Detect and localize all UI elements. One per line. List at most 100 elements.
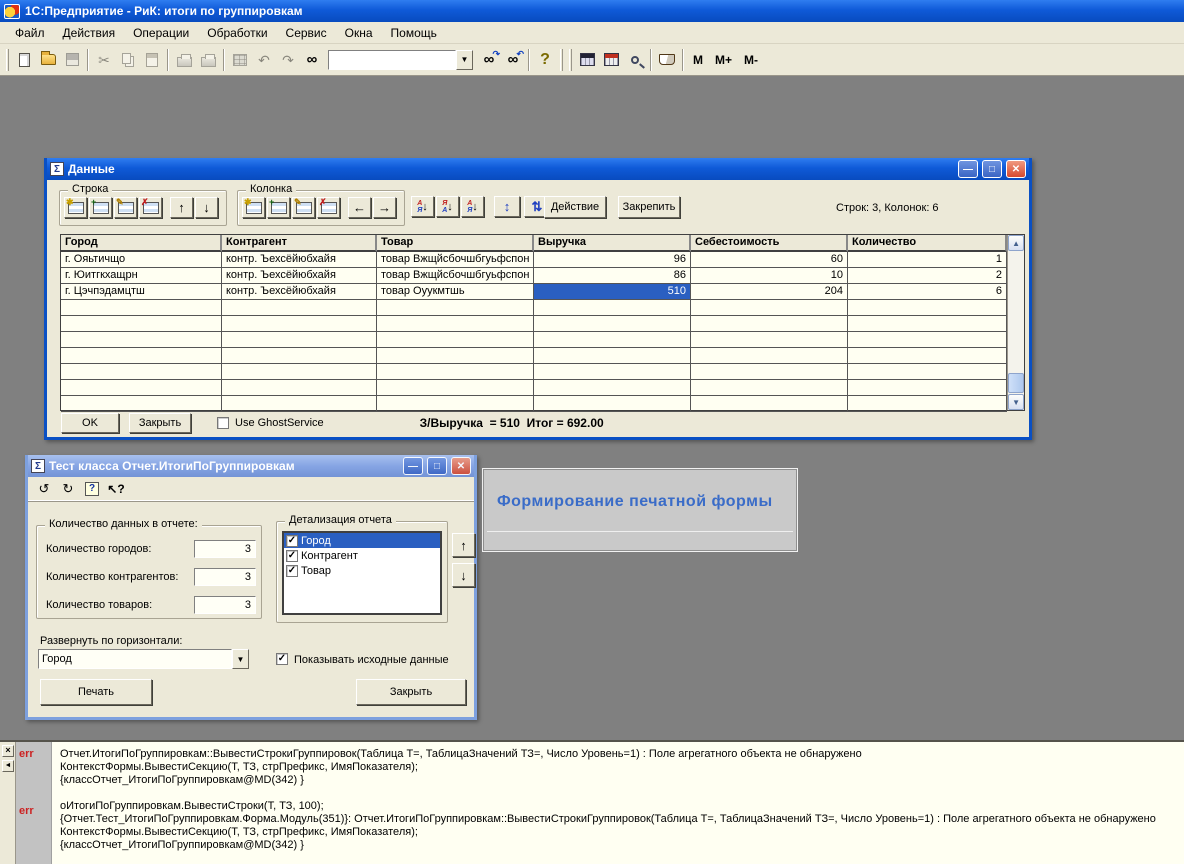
cell-city[interactable]: г. Ояьтичщо bbox=[61, 252, 222, 268]
print-button[interactable]: Печать bbox=[40, 679, 152, 705]
calendar-button[interactable] bbox=[599, 48, 623, 72]
column-move-right-button[interactable]: → bbox=[373, 197, 396, 218]
next-bookmark-button[interactable]: ↻ bbox=[58, 479, 78, 499]
list-item-product[interactable]: ✓ Товар bbox=[284, 563, 440, 578]
menu-actions[interactable]: Действия bbox=[54, 23, 125, 43]
data-window-titlebar[interactable]: Σ Данные — □ ✕ bbox=[47, 158, 1029, 180]
list-item-contractor[interactable]: ✓ Контрагент bbox=[284, 548, 440, 563]
row-edit-button[interactable]: ✎ bbox=[114, 197, 137, 218]
context-help-button[interactable]: ↖? bbox=[106, 479, 126, 499]
list-item-city[interactable]: ✓ Город bbox=[284, 533, 440, 548]
print-preview-button[interactable] bbox=[196, 48, 220, 72]
vertical-scrollbar[interactable]: ▲ ▼ bbox=[1007, 235, 1024, 410]
sort-asc-button[interactable]: АЯ↓ bbox=[411, 196, 434, 217]
sort-desc-button[interactable]: ЯА↓ bbox=[436, 196, 459, 217]
expand-dropdown-button[interactable]: ▼ bbox=[232, 649, 249, 669]
open-button[interactable] bbox=[36, 48, 60, 72]
maximize-button[interactable]: □ bbox=[982, 160, 1002, 178]
maximize-button[interactable]: □ bbox=[427, 457, 447, 475]
close-button[interactable]: ✕ bbox=[1006, 160, 1026, 178]
column-add-button[interactable]: + bbox=[267, 197, 290, 218]
menu-service[interactable]: Сервис bbox=[277, 23, 336, 43]
column-header[interactable]: Количество bbox=[848, 235, 1007, 252]
menu-windows[interactable]: Окна bbox=[336, 23, 382, 43]
redo-button[interactable]: ↷ bbox=[276, 48, 300, 72]
find-button[interactable]: ∞ bbox=[300, 48, 324, 72]
ghost-service-checkbox[interactable] bbox=[217, 417, 229, 429]
cell-city[interactable]: г. Юитгкхащрн bbox=[61, 268, 222, 284]
minimize-button[interactable]: — bbox=[403, 457, 423, 475]
menu-help[interactable]: Помощь bbox=[382, 23, 446, 43]
column-new-button[interactable]: ✱ bbox=[242, 197, 265, 218]
memory-subtract-button[interactable]: M- bbox=[738, 51, 764, 69]
products-count-input[interactable] bbox=[194, 596, 256, 614]
search-input[interactable] bbox=[328, 50, 456, 70]
print-button[interactable] bbox=[172, 48, 196, 72]
find-prev-button[interactable]: ∞↶ bbox=[501, 48, 525, 72]
cell-cost[interactable]: 204 bbox=[691, 284, 848, 300]
new-document-button[interactable] bbox=[12, 48, 36, 72]
cell-quantity[interactable]: 2 bbox=[848, 268, 1007, 284]
collapse-groups-button[interactable]: ↕ bbox=[494, 196, 520, 217]
column-header[interactable]: Выручка bbox=[534, 235, 691, 252]
toolbar-grip[interactable] bbox=[569, 49, 572, 71]
show-source-checkbox[interactable]: ✓ bbox=[276, 653, 288, 665]
test-window-titlebar[interactable]: Σ Тест класса Отчет.ИтогиПоГруппировкам … bbox=[28, 455, 474, 477]
action-button[interactable]: Действие bbox=[544, 196, 606, 218]
cell-contractor[interactable]: контр. Ъехсёйюбхайя bbox=[222, 252, 377, 268]
cell-contractor[interactable]: контр. Ъехсёйюбхайя bbox=[222, 268, 377, 284]
move-item-down-button[interactable]: ↓ bbox=[452, 563, 475, 587]
scroll-thumb[interactable] bbox=[1008, 373, 1024, 393]
row-move-up-button[interactable]: ↑ bbox=[170, 197, 193, 218]
formula-calc-button[interactable] bbox=[623, 48, 647, 72]
row-add-button[interactable]: + bbox=[89, 197, 112, 218]
cell-cost[interactable]: 60 bbox=[691, 252, 848, 268]
search-dropdown-button[interactable]: ▼ bbox=[456, 50, 473, 70]
row-move-down-button[interactable]: ↓ bbox=[195, 197, 218, 218]
cell-quantity[interactable]: 1 bbox=[848, 252, 1007, 268]
find-next-button[interactable]: ∞↷ bbox=[477, 48, 501, 72]
row-delete-button[interactable]: ✗ bbox=[139, 197, 162, 218]
calculator-button[interactable] bbox=[575, 48, 599, 72]
detail-listbox[interactable]: ✓ Город ✓ Контрагент ✓ Товар bbox=[282, 531, 442, 615]
contractors-count-input[interactable] bbox=[194, 568, 256, 586]
move-item-up-button[interactable]: ↑ bbox=[452, 533, 475, 557]
memory-add-button[interactable]: M+ bbox=[709, 51, 738, 69]
cell-revenue[interactable]: 96 bbox=[534, 252, 691, 268]
save-button[interactable] bbox=[60, 48, 84, 72]
column-header[interactable]: Город bbox=[61, 235, 222, 252]
undo-button[interactable]: ↶ bbox=[252, 48, 276, 72]
column-header[interactable]: Контрагент bbox=[222, 235, 377, 252]
cell-quantity[interactable]: 6 bbox=[848, 284, 1007, 300]
cut-button[interactable]: ✂ bbox=[92, 48, 116, 72]
pin-button[interactable]: Закрепить bbox=[618, 196, 680, 218]
toolbar-grip[interactable] bbox=[6, 49, 9, 71]
ok-button[interactable]: OK bbox=[61, 413, 119, 433]
column-delete-button[interactable]: ✗ bbox=[317, 197, 340, 218]
city-checkbox[interactable]: ✓ bbox=[286, 535, 298, 547]
cell-cost[interactable]: 10 bbox=[691, 268, 848, 284]
cell-product[interactable]: товар Оуукмтшь bbox=[377, 284, 534, 300]
description-button[interactable] bbox=[655, 48, 679, 72]
column-header[interactable]: Себестоимость bbox=[691, 235, 848, 252]
sort-custom-button[interactable]: АЯ↓ bbox=[461, 196, 484, 217]
message-text-area[interactable]: Отчет.ИтогиПоГруппировкам::ВывестиСтроки… bbox=[60, 748, 1156, 864]
cell-city[interactable]: г. Цэчпэдамцтш bbox=[61, 284, 222, 300]
menu-operations[interactable]: Операции bbox=[124, 23, 198, 43]
cell-revenue-selected[interactable]: 510 bbox=[534, 284, 691, 300]
expand-horizontal-input[interactable] bbox=[38, 649, 232, 669]
row-new-button[interactable]: ✱ bbox=[64, 197, 87, 218]
toolbar-grip[interactable] bbox=[560, 49, 563, 71]
cell-product[interactable]: товар Вжщйсбочшбгуьфспон bbox=[377, 268, 534, 284]
close-test-button[interactable]: Закрыть bbox=[356, 679, 466, 705]
column-header[interactable]: Товар bbox=[377, 235, 534, 252]
close-button[interactable]: ✕ bbox=[451, 457, 471, 475]
menu-file[interactable]: Файл bbox=[6, 23, 54, 43]
copy-button[interactable] bbox=[116, 48, 140, 72]
contractor-checkbox[interactable]: ✓ bbox=[286, 550, 298, 562]
paste-button[interactable] bbox=[140, 48, 164, 72]
close-panel-button[interactable]: × bbox=[2, 745, 14, 757]
help-topic-button[interactable]: ? bbox=[82, 479, 102, 499]
scroll-left-button[interactable]: ◄ bbox=[2, 760, 14, 772]
cities-count-input[interactable] bbox=[194, 540, 256, 558]
